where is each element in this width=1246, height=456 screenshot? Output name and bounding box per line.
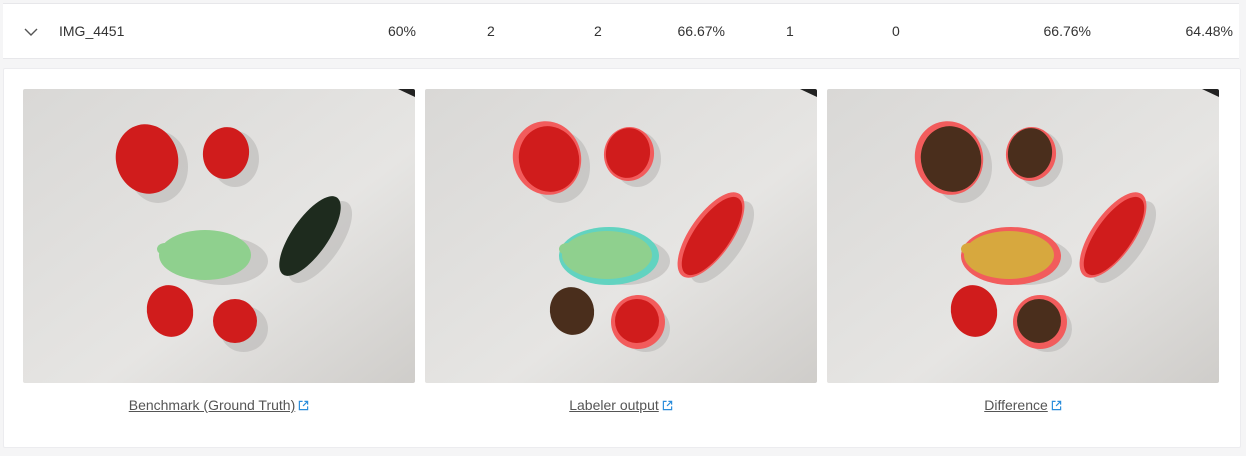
metric-value-8: 64.48% [1185, 23, 1233, 39]
external-link-icon [299, 400, 309, 411]
metric-value-7: 66.76% [1043, 23, 1091, 39]
metric-value-4: 66.67% [677, 23, 725, 39]
results-table-row[interactable]: IMG_4451 60% 2 2 66.67% 1 0 66.76% 64.48… [3, 3, 1239, 59]
chevron-down-icon[interactable] [23, 24, 39, 40]
benchmark-caption: Benchmark (Ground Truth) [23, 397, 415, 413]
metric-value-3: 2 [594, 23, 602, 39]
expanded-comparison-panel: Benchmark (Ground Truth) Labeler output … [3, 68, 1241, 448]
metric-value-5: 1 [786, 23, 794, 39]
external-link-icon [1051, 400, 1062, 411]
image-name: IMG_4451 [59, 23, 125, 39]
benchmark-link[interactable]: Benchmark (Ground Truth) [129, 397, 310, 413]
difference-link-label: Difference [984, 397, 1048, 413]
external-link-icon [662, 400, 672, 411]
difference-figure: Difference [827, 89, 1219, 413]
labeler-output-figure: Labeler output [425, 89, 817, 413]
labeler-output-link-label: Labeler output [569, 397, 659, 413]
benchmark-link-label: Benchmark (Ground Truth) [128, 397, 296, 413]
labeler-output-caption: Labeler output [425, 397, 817, 413]
difference-link[interactable]: Difference [984, 397, 1062, 413]
labeler-output-image[interactable] [425, 89, 817, 383]
metric-value-6: 0 [892, 23, 900, 39]
metric-value-1: 60% [387, 23, 416, 39]
benchmark-image[interactable] [23, 89, 415, 383]
difference-caption: Difference [827, 397, 1219, 413]
difference-image[interactable] [827, 89, 1219, 383]
benchmark-figure: Benchmark (Ground Truth) [23, 89, 415, 413]
metric-value-2: 2 [487, 23, 495, 39]
labeler-output-link[interactable]: Labeler output [569, 397, 673, 413]
